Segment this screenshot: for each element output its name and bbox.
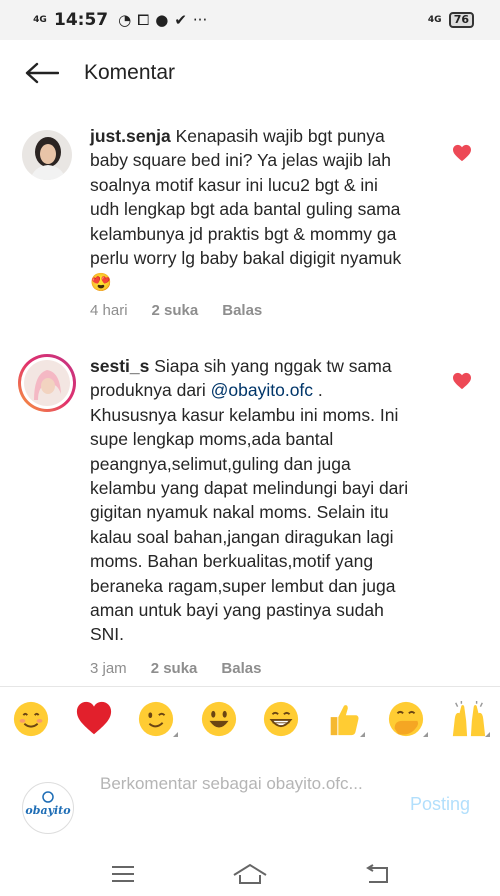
emoji-grinning-face[interactable] <box>188 687 251 751</box>
reply-button[interactable]: Balas <box>222 302 262 319</box>
current-user-avatar: obayito <box>22 782 74 834</box>
data-saver-icon: ◔ <box>118 11 132 29</box>
brand-logo-text: obayito <box>25 804 70 817</box>
network-indicator: 4G <box>33 14 47 25</box>
emoji-beaming-face[interactable] <box>250 687 313 751</box>
raising-hands-icon <box>452 700 485 737</box>
check-icon: ✔ <box>174 11 187 29</box>
comment-time: 3 jam <box>90 660 127 677</box>
message-icon: ● <box>155 11 169 29</box>
comment-username[interactable]: sesti_s <box>90 356 149 376</box>
comment-meta: 3 jam 2 suka Balas <box>90 660 285 677</box>
home-icon <box>233 863 267 884</box>
emoji-hand-over-mouth[interactable] <box>375 687 438 751</box>
back-arrow-icon <box>25 62 59 84</box>
post-button[interactable]: Posting <box>410 794 470 815</box>
emoji-smiling-face[interactable] <box>0 687 63 751</box>
reply-button[interactable]: Balas <box>221 660 261 677</box>
likes-count[interactable]: 2 suka <box>152 302 199 319</box>
skin-tone-indicator <box>172 732 178 737</box>
network-indicator-right: 4G <box>427 14 442 25</box>
like-heart-icon[interactable] <box>452 372 472 390</box>
profile-photo-icon <box>22 130 72 180</box>
comment-text-continued: . Khususnya kasur kelambu ini moms. Ini … <box>90 380 409 645</box>
system-navigation-bar <box>0 852 500 896</box>
back-nav-button[interactable] <box>357 859 397 889</box>
skin-tone-indicator <box>422 732 428 737</box>
profile-photo-icon <box>24 360 70 406</box>
comment-composer: obayito Berkomentar sebagai obayito.ofc.… <box>0 756 500 852</box>
instagram-icon: ⧠ <box>137 11 150 29</box>
thumbs-up-icon <box>330 705 359 736</box>
comment-body: just.senja Kenapasih wajib bgt punya bab… <box>90 124 410 295</box>
mention-link[interactable]: @obayito.ofc <box>211 380 313 400</box>
grinning-face-icon <box>201 701 236 737</box>
smiling-face-icon <box>14 701 49 737</box>
quick-emoji-bar <box>0 686 500 751</box>
like-heart-icon[interactable] <box>452 144 472 162</box>
obayito-logo-icon: obayito <box>25 791 71 817</box>
home-button[interactable] <box>230 859 270 889</box>
menu-icon <box>112 866 135 882</box>
beaming-face-icon <box>264 701 299 737</box>
emoji-winking-face[interactable] <box>125 687 188 751</box>
comment-meta: 4 hari 2 suka Balas <box>90 302 286 319</box>
red-heart-icon <box>76 701 111 735</box>
comment-input[interactable]: Berkomentar sebagai obayito.ofc... <box>100 772 380 796</box>
avatar[interactable] <box>22 130 72 180</box>
winking-face-icon <box>139 701 174 737</box>
avatar-story-ring[interactable] <box>18 354 76 412</box>
comment-time: 4 hari <box>90 302 128 319</box>
menu-button[interactable] <box>103 859 143 889</box>
status-bar: 4G 14:57 ◔ ⧠ ● ✔ ··· 4G 76 <box>0 0 500 40</box>
skin-tone-indicator <box>360 732 365 737</box>
likes-count[interactable]: 2 suka <box>151 660 198 677</box>
battery-indicator: 76 <box>448 12 474 28</box>
comment-text: Kenapasih wajib bgt punya baby square be… <box>90 126 402 269</box>
emoji-thumbs-up[interactable] <box>313 687 376 751</box>
heart-eyes-emoji: 😍 <box>90 272 112 293</box>
comment-username[interactable]: just.senja <box>90 126 171 146</box>
emoji-raising-hands[interactable] <box>438 687 500 751</box>
back-button[interactable] <box>0 40 84 106</box>
comment-body: sesti_s Siapa sih yang nggak tw sama pro… <box>90 354 410 647</box>
page-title: Komentar <box>84 61 176 84</box>
app-header: Komentar <box>0 40 500 106</box>
more-notifications-icon: ··· <box>192 11 208 29</box>
clock: 14:57 <box>54 10 109 30</box>
return-icon <box>365 864 388 883</box>
hand-over-mouth-icon <box>389 701 424 737</box>
skin-tone-indicator <box>485 732 490 737</box>
emoji-red-heart[interactable] <box>63 687 126 751</box>
